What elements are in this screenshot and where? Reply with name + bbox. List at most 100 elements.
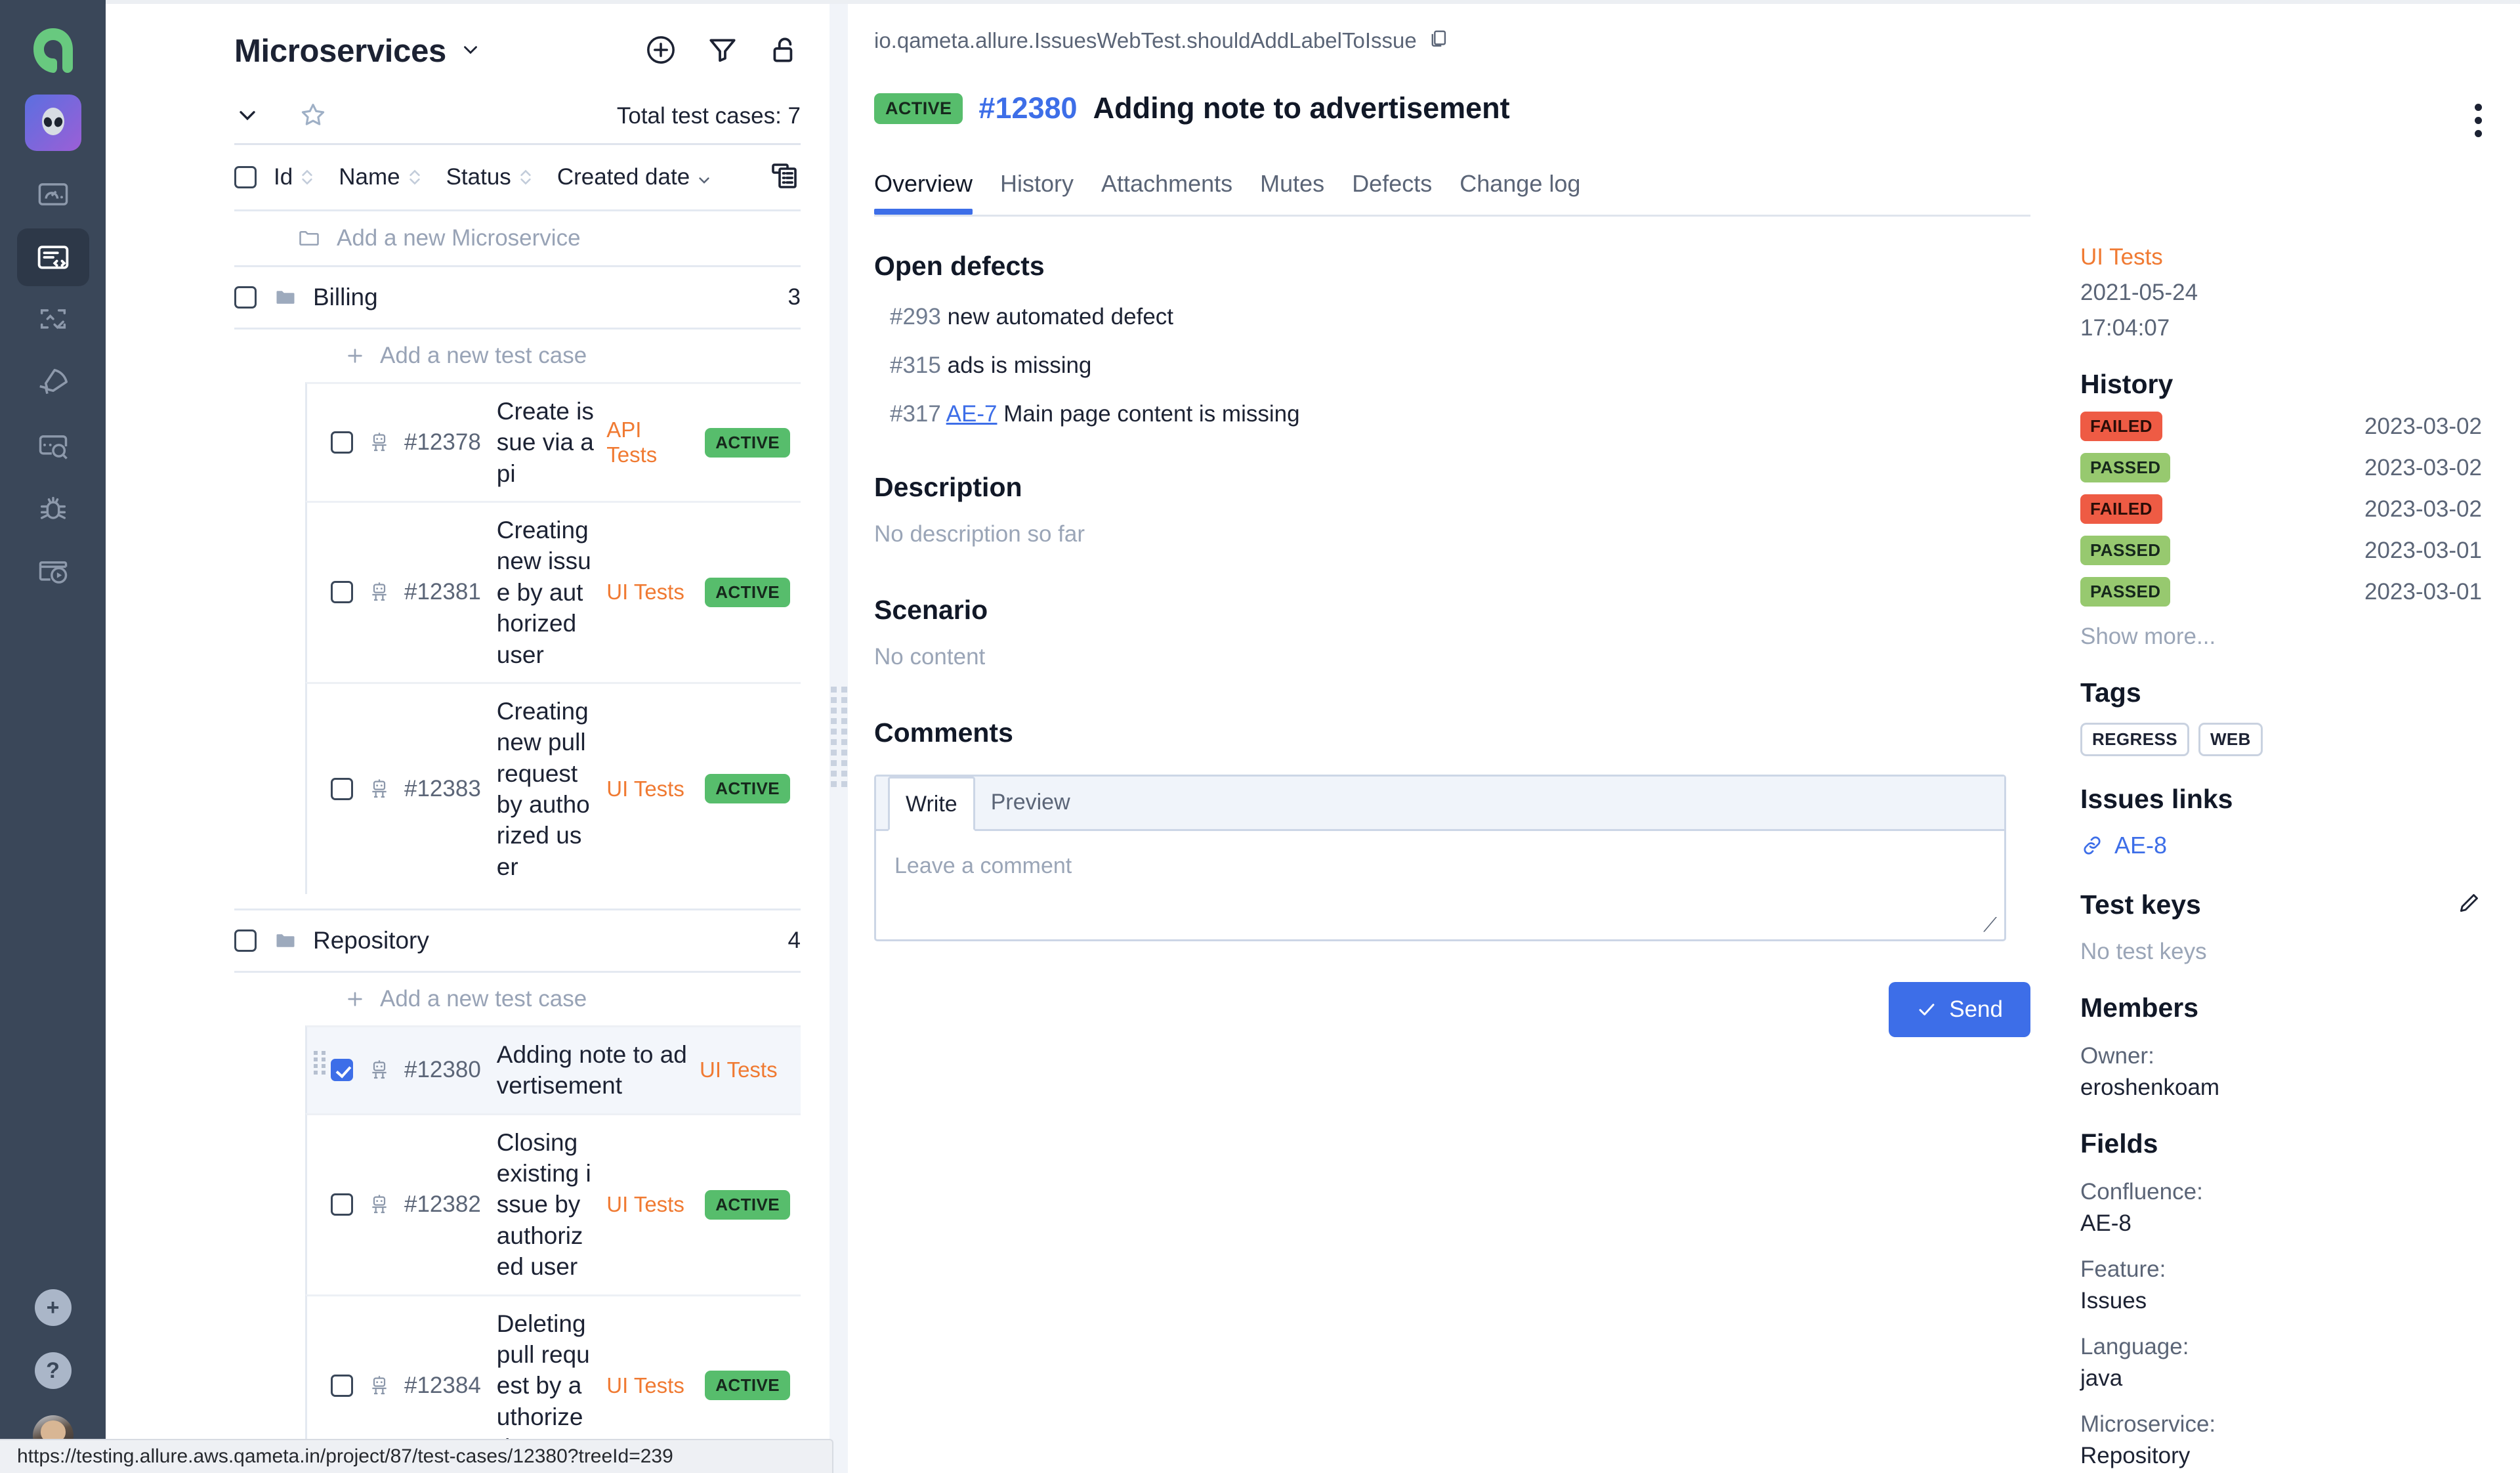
history-status-badge: PASSED [2080,536,2171,565]
tag-pill[interactable]: REGRESS [2080,723,2189,756]
column-status[interactable]: Status [446,164,534,190]
column-created-date[interactable]: Created date [557,164,712,190]
row-checkbox[interactable] [331,431,353,454]
filter-icon[interactable] [706,33,739,70]
issue-link[interactable]: AE-8 [2080,832,2482,859]
table-row[interactable]: #12378 Create issue via api API Tests AC… [305,382,801,502]
help-icon[interactable]: ? [34,1352,72,1389]
defect-number: #317 [890,401,941,427]
resize-handle-icon[interactable]: ⟋ [1983,916,1998,935]
tag-pill[interactable]: WEB [2198,723,2263,756]
test-case-id[interactable]: #12380 [978,91,1077,125]
group-count: 4 [788,928,801,954]
history-item[interactable]: PASSED 2023-03-01 [2080,536,2482,565]
tab-mutes[interactable]: Mutes [1260,170,1324,215]
history-item[interactable]: PASSED 2023-03-02 [2080,453,2482,482]
row-checkbox[interactable] [331,777,353,800]
sidebar-item-defects[interactable] [17,480,89,538]
column-name[interactable]: Name [339,164,422,190]
history-item[interactable]: FAILED 2023-03-02 [2080,494,2482,524]
edit-pencil-icon[interactable] [2456,890,2482,920]
defect-number: #315 [890,352,941,378]
add-circle-icon[interactable] [644,33,677,70]
issue-link-label: AE-8 [2114,832,2168,859]
panel-splitter[interactable] [830,0,848,1473]
unlock-icon[interactable] [768,33,801,70]
chevron-down-icon[interactable] [459,39,482,64]
field-label: Language: [2080,1334,2189,1359]
folder-icon [274,929,297,952]
issues-links-title: Issues links [2080,784,2233,814]
field-value: Issues [2080,1288,2147,1313]
send-button[interactable]: Send [1889,982,2030,1037]
history-item[interactable]: PASSED 2023-03-01 [2080,577,2482,607]
row-id: #12383 [404,775,481,801]
group-checkbox[interactable] [234,929,257,952]
tab-change-log[interactable]: Change log [1460,170,1580,215]
row-layer: UI Tests [700,1057,778,1082]
field-label: Confluence: [2080,1179,2203,1205]
scenario-value: No content [874,644,986,670]
tab-defects[interactable]: Defects [1352,170,1432,215]
group-checkbox[interactable] [234,286,257,309]
list-subheader: Total test cases: 7 [128,71,830,134]
table-row[interactable]: #12381 Creating new issue by authorized … [305,501,801,682]
favorite-star-icon[interactable] [299,100,327,133]
fields-title: Fields [2080,1128,2158,1159]
add-icon[interactable]: + [34,1289,72,1326]
project-avatar[interactable] [24,95,81,151]
table-row-selected[interactable]: #12380 Adding note to advertisement UI T… [305,1025,801,1113]
sidebar-item-test-plan[interactable] [17,291,89,349]
sidebar-item-launches[interactable] [17,354,89,412]
show-more-link[interactable]: Show more... [2080,624,2482,650]
column-id[interactable]: Id [274,164,315,190]
drag-handle-icon[interactable] [314,1051,327,1075]
defect-number: #293 [890,304,941,330]
allure-logo[interactable] [25,22,81,79]
defect-item[interactable]: #317 AE-7 Main page content is missing [874,401,2061,427]
group-row[interactable]: Billing 3 [128,267,830,328]
table-row[interactable]: #12383 Creating new pull request by auth… [305,681,801,895]
history-date: 2023-03-01 [2364,578,2482,605]
add-test-case-row[interactable]: Add a new test case [128,330,830,382]
copy-icon[interactable] [1427,28,1450,53]
history-date: 2023-03-01 [2364,537,2482,563]
add-test-case-row[interactable]: Add a new test case [128,973,830,1025]
tab-overview[interactable]: Overview [874,170,973,215]
history-status-badge: FAILED [2080,494,2162,524]
row-checkbox[interactable] [331,581,353,604]
rail-nav [16,165,89,607]
sidebar-item-environments[interactable] [17,544,89,601]
row-checkbox[interactable] [331,1374,353,1397]
tab-write[interactable]: Write [888,777,975,831]
status-bar-url-text: https://testing.allure.aws.qameta.in/pro… [17,1445,673,1467]
tags-list: REGRESS WEB [2080,723,2482,756]
comment-input-wrap[interactable]: Leave a comment ⟋ [876,831,2004,939]
tab-attachments[interactable]: Attachments [1101,170,1232,215]
columns-settings-icon[interactable] [769,160,801,195]
select-all-checkbox[interactable] [234,166,257,188]
collapse-chevron-icon[interactable] [234,102,261,131]
comment-editor: Write Preview Leave a comment ⟋ [874,775,2006,941]
defect-link[interactable]: AE-7 [946,401,998,427]
sidebar-item-analytics[interactable] [17,417,89,475]
comment-placeholder: Leave a comment [894,853,1072,878]
history-item[interactable]: FAILED 2023-03-02 [2080,412,2482,441]
tab-history[interactable]: History [1000,170,1074,215]
row-checkbox[interactable] [331,1059,353,1082]
sidebar-date: 2021-05-24 [2080,280,2198,305]
defect-item[interactable]: #293 new automated defect [874,304,2061,330]
editor-tabs: Write Preview [876,777,2004,831]
group-row[interactable]: Repository 4 [128,910,830,971]
robot-icon [369,777,390,801]
row-id: #12380 [404,1057,481,1083]
breadcrumb: io.qameta.allure.IssuesWebTest.shouldAdd… [874,0,2061,53]
table-row[interactable]: #12382 Closing existing issue by authori… [305,1113,801,1294]
sidebar-item-dashboard[interactable] [17,165,89,223]
sidebar-item-test-cases[interactable] [16,228,89,286]
history-title: History [2080,369,2174,399]
row-checkbox[interactable] [331,1193,353,1216]
add-microservice-row[interactable]: Add a new Microservice [128,211,830,265]
defect-item[interactable]: #315 ads is missing [874,352,2061,379]
tab-preview[interactable]: Preview [975,777,1086,829]
